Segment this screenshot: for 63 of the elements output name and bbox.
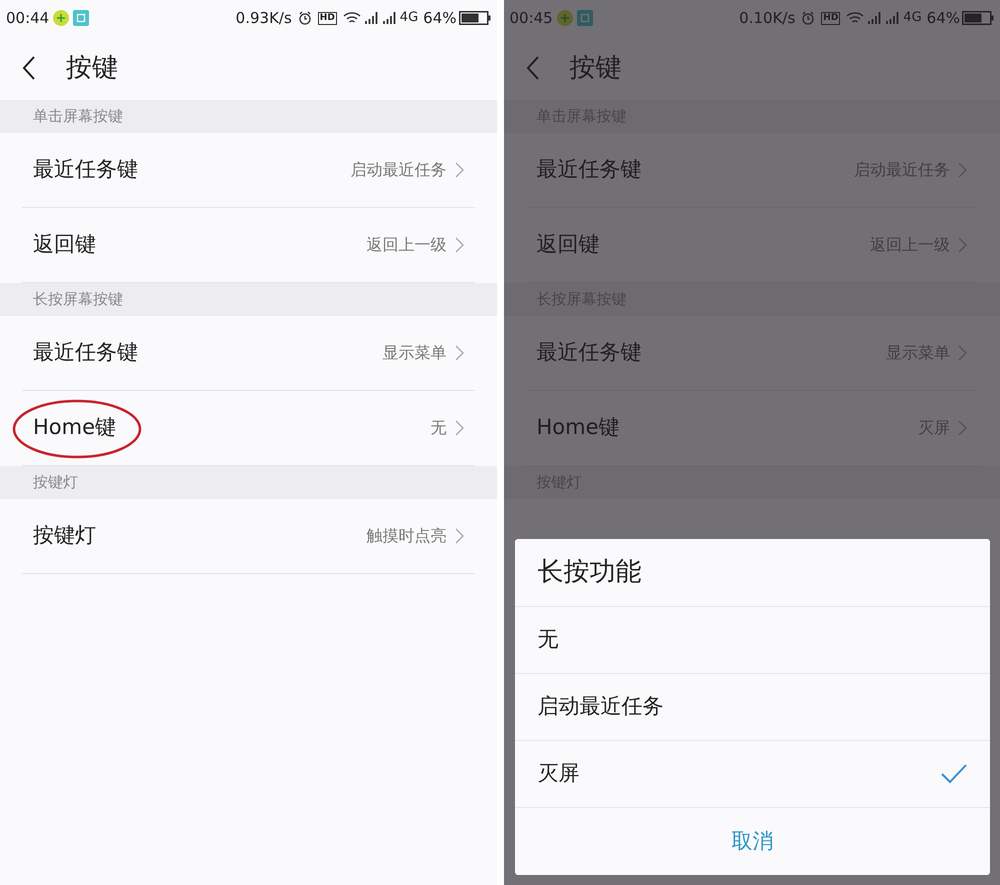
signal-icon (886, 11, 900, 25)
wifi-icon (846, 11, 864, 25)
option-label: 灭屏 (538, 760, 580, 788)
app-badge-icon (556, 10, 573, 26)
signal-icon (382, 11, 397, 25)
row-value: 无 (430, 417, 446, 439)
back-icon[interactable] (22, 55, 36, 81)
row-label: 最近任务键 (33, 339, 138, 366)
dialog-option[interactable]: 无 (514, 607, 990, 674)
row-label: 最近任务键 (33, 156, 138, 184)
chevron-icon (454, 528, 464, 544)
battery-icon (962, 11, 994, 25)
row-label: Home键 (33, 414, 116, 442)
row-label: Home键 (536, 414, 620, 442)
scan-icon (73, 10, 90, 26)
alarm-icon (801, 11, 816, 25)
status-time: 00:45 (510, 8, 553, 29)
battery-icon (458, 11, 490, 25)
option-label: 无 (538, 626, 558, 654)
section-header: 按键灯 (0, 466, 496, 499)
battery-percent: 64% (423, 8, 456, 29)
settings-row[interactable]: 最近任务键 启动最近任务 (22, 133, 474, 208)
alarm-icon (298, 11, 312, 25)
hd-badge: HD (821, 12, 840, 24)
row-value: 返回上一级 (366, 234, 446, 256)
chevron-icon (958, 162, 967, 178)
row-label: 返回键 (33, 231, 96, 258)
row-label: 最近任务键 (536, 156, 642, 184)
row-label: 最近任务键 (536, 339, 642, 366)
network-speed: 0.93K/s (236, 8, 292, 29)
page-title: 按键 (66, 52, 118, 84)
wifi-icon (342, 11, 361, 25)
settings-row[interactable]: 按键灯 触摸时点亮 (22, 499, 474, 574)
scan-icon (576, 10, 593, 26)
app-badge-icon (53, 10, 70, 26)
chevron-icon (958, 345, 967, 361)
row-label: 返回键 (536, 231, 600, 258)
hd-badge: HD (318, 12, 337, 24)
signal-icon (868, 11, 882, 25)
signal-icon (364, 11, 379, 25)
dialog-title: 长按功能 (538, 556, 642, 589)
chevron-icon (454, 237, 464, 253)
page-title: 按键 (570, 52, 622, 84)
status-time: 00:44 (6, 8, 50, 29)
dialog-option[interactable]: 启动最近任务 (514, 674, 990, 741)
section-header: 长按屏幕按键 (0, 283, 496, 316)
chevron-icon (454, 345, 464, 361)
battery-percent: 64% (926, 8, 960, 29)
section-header: 单击屏幕按键 (0, 100, 496, 133)
network-type: 4G (400, 9, 418, 28)
option-label: 启动最近任务 (538, 693, 664, 720)
row-value: 启动最近任务 (350, 159, 446, 181)
row-value: 触摸时点亮 (366, 525, 446, 547)
chevron-icon (454, 162, 464, 178)
chevron-icon (454, 420, 464, 436)
row-label: 按键灯 (33, 522, 96, 550)
chevron-icon (958, 237, 967, 253)
network-speed: 0.10K/s (739, 8, 796, 29)
chevron-icon (958, 420, 967, 436)
network-type: 4G (903, 9, 922, 28)
row-value: 显示菜单 (382, 342, 446, 364)
settings-row[interactable]: 最近任务键 显示菜单 (22, 316, 474, 391)
dialog-option[interactable]: 灭屏 (514, 741, 990, 808)
